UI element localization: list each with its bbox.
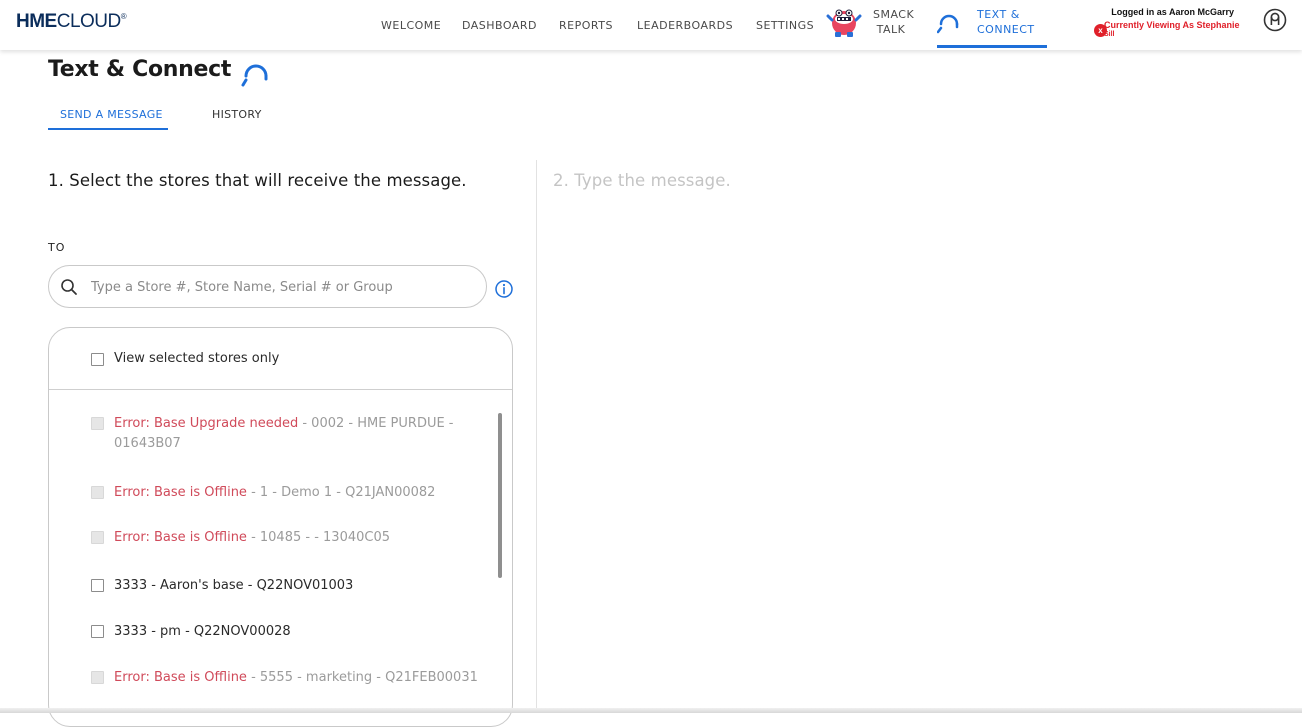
logo-hme: HME [16, 11, 57, 32]
text-connect-line2: CONNECT [977, 23, 1035, 36]
user-account-icon[interactable] [1263, 8, 1287, 32]
active-nav-underline [937, 45, 1047, 48]
store-detail-text: 3333 - pm - Q22NOV00028 [114, 624, 291, 639]
nav-reports[interactable]: REPORTS [559, 0, 613, 50]
store-search-box [48, 265, 487, 308]
column-divider [536, 160, 537, 713]
step2-heading: 2. Type the message. [553, 171, 731, 190]
text-connect-label: TEXT & CONNECT [977, 7, 1035, 37]
store-error-text: Error: Base is Offline [114, 530, 247, 545]
view-selected-checkbox[interactable] [91, 353, 104, 366]
store-checkbox [91, 671, 104, 684]
store-checkbox[interactable] [91, 579, 104, 592]
store-detail-text: - 10485 - - 13040C05 [246, 530, 391, 545]
bottom-edge [0, 708, 1302, 713]
search-icon [61, 279, 77, 295]
store-label[interactable]: 3333 - pm - Q22NOV00028 [114, 622, 484, 642]
headset-title-icon [241, 64, 268, 87]
store-checkbox [91, 531, 104, 544]
smack-talk-line2: TALK [876, 23, 906, 36]
smack-talk-mascot-icon [826, 9, 862, 37]
store-detail-text: - 1 - Demo 1 - Q21JAN00082 [246, 485, 436, 500]
store-list-panel: View selected stores only Error: Base Up… [48, 327, 513, 727]
top-navigation-bar: HME CLOUD ® WELCOME DASHBOARD REPORTS LE… [0, 0, 1302, 50]
nav-leaderboards[interactable]: LEADERBOARDS [637, 0, 733, 50]
smack-talk-label: SMACK TALK [873, 7, 915, 37]
store-checkbox [91, 417, 104, 430]
store-list-scrollbar[interactable] [498, 413, 502, 578]
to-label: TO [48, 241, 66, 254]
store-search-input[interactable] [91, 277, 471, 297]
nav-dashboard[interactable]: DASHBOARD [462, 0, 537, 50]
nav-settings[interactable]: SETTINGS [756, 0, 814, 50]
step1-heading: 1. Select the stores that will receive t… [48, 171, 467, 190]
smack-talk-line1: SMACK [873, 8, 915, 21]
view-selected-label: View selected stores only [114, 351, 280, 366]
store-label: Error: Base is Offline - 1 - Demo 1 - Q2… [114, 483, 484, 503]
nav-smack-talk[interactable]: SMACK TALK [826, 0, 922, 50]
hme-cloud-logo[interactable]: HME CLOUD ® [16, 11, 127, 33]
store-detail-text: 3333 - Aaron's base - Q22NOV01003 [114, 578, 354, 593]
viewing-as-line1: Currently Viewing As Stephanie [1104, 20, 1240, 30]
info-icon[interactable] [494, 279, 514, 299]
page-title: Text & Connect [48, 57, 232, 82]
tab-send-a-message[interactable]: SEND A MESSAGE [60, 108, 163, 121]
store-checkbox [91, 486, 104, 499]
logged-in-text: Logged in as Aaron McGarry [1111, 7, 1234, 17]
nav-welcome[interactable]: WELCOME [381, 0, 441, 50]
tab-history[interactable]: HISTORY [212, 108, 262, 121]
store-error-text: Error: Base is Offline [114, 485, 247, 500]
store-list-header: View selected stores only [49, 328, 512, 390]
store-label: Error: Base is Offline - 5555 - marketin… [114, 668, 484, 688]
login-status: Logged in as Aaron McGarry x Currently V… [1094, 7, 1246, 45]
logo-cloud: CLOUD [56, 11, 122, 32]
logo-registered-mark: ® [120, 12, 127, 21]
nav-text-connect[interactable]: TEXT & CONNECT [937, 0, 1047, 50]
store-error-text: Error: Base Upgrade needed [114, 416, 299, 431]
active-tab-underline [48, 128, 168, 130]
store-error-text: Error: Base is Offline [114, 670, 247, 685]
headset-icon [937, 14, 959, 34]
store-checkbox[interactable] [91, 625, 104, 638]
viewing-as-text: Currently Viewing As Stephanie Sill [1104, 20, 1244, 40]
store-label: Error: Base Upgrade needed - 0002 - HME … [114, 414, 484, 454]
store-label: Error: Base is Offline - 10485 - - 13040… [114, 528, 484, 548]
store-detail-text: - 5555 - marketing - Q21FEB00031 [246, 670, 478, 685]
viewing-as-line2: Sill [1104, 31, 1115, 38]
text-connect-line1: TEXT & [977, 8, 1020, 21]
store-label[interactable]: 3333 - Aaron's base - Q22NOV01003 [114, 576, 484, 596]
